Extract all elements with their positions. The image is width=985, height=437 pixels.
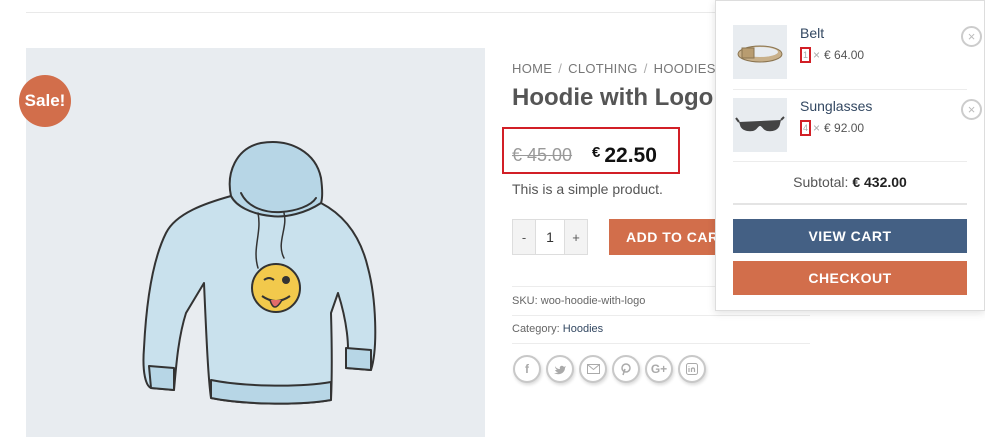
mini-cart-dropdown: Belt 1 × € 64.00 × Sunglasses 4 × € 92.00 × … <box>715 0 985 311</box>
cart-subtotal: Subtotal: € 432.00 <box>733 174 967 190</box>
times-symbol: × <box>813 48 821 62</box>
pinterest-icon[interactable] <box>612 355 640 383</box>
share-icons: f G+ <box>513 355 706 383</box>
quantity-stepper: - 1 + <box>512 219 588 255</box>
old-price: € 45.00 <box>512 145 573 165</box>
cart-item-quantity: 1 × € 64.00 <box>800 47 864 63</box>
sku-row: SKU: woo-hoodie-with-logo <box>512 295 645 307</box>
meta-divider <box>512 343 810 344</box>
checkout-button[interactable]: CHECKOUT <box>733 261 967 295</box>
qty-plus-button[interactable]: + <box>565 220 587 254</box>
cart-item-quantity: 4 × € 92.00 <box>800 120 864 136</box>
breadcrumb-home[interactable]: HOME <box>512 61 552 76</box>
sku-value: woo-hoodie-with-logo <box>540 295 646 307</box>
breadcrumb-separator: / <box>643 61 648 76</box>
subtotal-label: Subtotal: <box>793 174 849 190</box>
qty-input[interactable]: 1 <box>535 220 565 254</box>
product-image[interactable] <box>26 48 485 437</box>
remove-item-icon[interactable]: × <box>961 99 982 120</box>
cart-item-price: € 92.00 <box>824 121 865 135</box>
times-symbol: × <box>813 121 821 135</box>
belt-thumbnail[interactable] <box>733 25 787 79</box>
category-label: Category: <box>512 323 560 335</box>
breadcrumb-clothing[interactable]: CLOTHING <box>568 61 638 76</box>
sku-label: SKU: <box>512 295 538 307</box>
hoodie-illustration <box>142 141 377 405</box>
cart-item-price: € 64.00 <box>824 48 865 62</box>
cart-item-name[interactable]: Sunglasses <box>800 98 872 114</box>
sale-price-value: 22.50 <box>604 144 657 167</box>
short-description: This is a simple product. <box>512 181 663 197</box>
meta-divider <box>512 315 810 316</box>
view-cart-button[interactable]: VIEW CART <box>733 219 967 253</box>
google-plus-icon[interactable]: G+ <box>645 355 673 383</box>
sunglasses-thumbnail[interactable] <box>733 98 787 152</box>
email-icon[interactable] <box>579 355 607 383</box>
breadcrumb: HOME / CLOTHING / HOODIES <box>512 61 716 76</box>
sale-price: €22.50 <box>592 144 657 168</box>
category-link[interactable]: Hoodies <box>563 323 603 335</box>
sale-badge: Sale! <box>19 75 71 127</box>
qty-minus-button[interactable]: - <box>513 220 535 254</box>
product-title: Hoodie with Logo <box>512 84 714 111</box>
cart-divider <box>733 89 967 90</box>
add-to-cart-button[interactable]: ADD TO CART <box>609 219 719 255</box>
twitter-icon[interactable] <box>546 355 574 383</box>
subtotal-value: € 432.00 <box>852 174 907 190</box>
currency-symbol: € <box>592 144 601 161</box>
facebook-icon[interactable]: f <box>513 355 541 383</box>
category-row: Category: Hoodies <box>512 323 603 335</box>
cart-qty-value: 1 <box>800 47 811 63</box>
linkedin-icon[interactable] <box>678 355 706 383</box>
cart-qty-value: 4 <box>800 120 811 136</box>
header-divider <box>26 12 716 13</box>
cart-divider <box>733 161 967 162</box>
breadcrumb-separator: / <box>558 61 563 76</box>
remove-item-icon[interactable]: × <box>961 26 982 47</box>
cart-item-name[interactable]: Belt <box>800 25 824 41</box>
breadcrumb-hoodies[interactable]: HOODIES <box>654 61 716 76</box>
cart-divider <box>733 203 967 205</box>
